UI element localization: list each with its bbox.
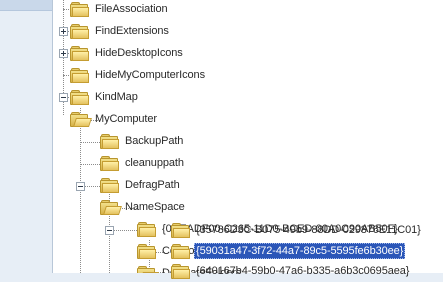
folder-icon [171, 264, 190, 279]
tree-item-hidedesktopicons[interactable]: HideDesktopIcons [70, 42, 185, 64]
folder-icon [70, 46, 89, 61]
collapse-delegatefolders-icon[interactable] [105, 226, 114, 235]
folder-open-icon [100, 200, 122, 215]
tree-item-hidemycomputericons[interactable]: HideMyComputerIcons [70, 64, 207, 86]
tree-item-backuppath[interactable]: BackupPath [100, 130, 185, 152]
folder-icon [171, 223, 190, 238]
tree-item-mycomputer[interactable]: MyComputer [70, 108, 159, 130]
tree-item-label: DefragPath [125, 179, 180, 191]
folder-icon [70, 90, 89, 105]
tree-item-findextensions[interactable]: FindExtensions [70, 20, 171, 42]
folder-icon [100, 178, 119, 193]
folder-icon [137, 222, 156, 237]
tree-item-59031a47[interactable]: {59031a47-3f72-44a7-89c5-5595fe6b30ee} [171, 240, 406, 262]
tree-item-label: KindMap [95, 91, 138, 103]
collapse-mycomputer-icon[interactable] [59, 93, 68, 102]
tree-item-kindmap[interactable]: KindMap [70, 86, 140, 108]
folder-icon [70, 24, 89, 39]
tree-item-label-selected: {59031a47-3f72-44a7-89c5-5595fe6b30ee} [194, 243, 406, 259]
tree-item-label: HideMyComputerIcons [95, 69, 205, 81]
expand-hidedesktopicons-icon[interactable] [59, 49, 68, 58]
tree-item-640167b4[interactable]: {640167b4-59b0-47a6-b335-a6b3c0695aea} [171, 260, 411, 282]
folder-open-icon [137, 266, 159, 273]
tree-item-label: FileAssociation [95, 3, 168, 15]
tree-item-fileassociation[interactable]: FileAssociation [70, 0, 169, 20]
tree-connector [80, 164, 100, 165]
collapse-namespace-icon[interactable] [76, 182, 85, 191]
folder-icon [137, 244, 156, 259]
tree-item-label: BackupPath [125, 135, 184, 147]
tree-item-label: MyComputer [95, 113, 157, 125]
tree-item-label: FindExtensions [95, 25, 169, 37]
tree-item-namespace[interactable]: NameSpace [100, 196, 187, 218]
tree-item-label: HideDesktopIcons [95, 47, 183, 59]
tree-item-defragpath[interactable]: DefragPath [100, 174, 182, 196]
expand-findextensions-icon[interactable] [59, 27, 68, 36]
tree-item-label: {35786D3C-B075-49b9-88DD-029876E11C01} [196, 224, 421, 236]
tree-item-label: cleanuppath [125, 157, 184, 169]
tree-item-label: NameSpace [125, 201, 185, 213]
folder-icon [100, 156, 119, 171]
folder-icon [70, 2, 89, 17]
folder-open-icon [70, 112, 92, 127]
folder-icon [100, 134, 119, 149]
tree-item-35786d3c[interactable]: {35786D3C-B075-49b9-88DD-029876E11C01} [171, 219, 423, 241]
tree-item-label: {640167b4-59b0-47a6-b335-a6b3c0695aea} [196, 265, 410, 277]
tree-connector [80, 142, 100, 143]
tree-item-cleanuppath[interactable]: cleanuppath [100, 152, 186, 174]
folder-icon [70, 68, 89, 83]
folder-icon [171, 244, 190, 259]
